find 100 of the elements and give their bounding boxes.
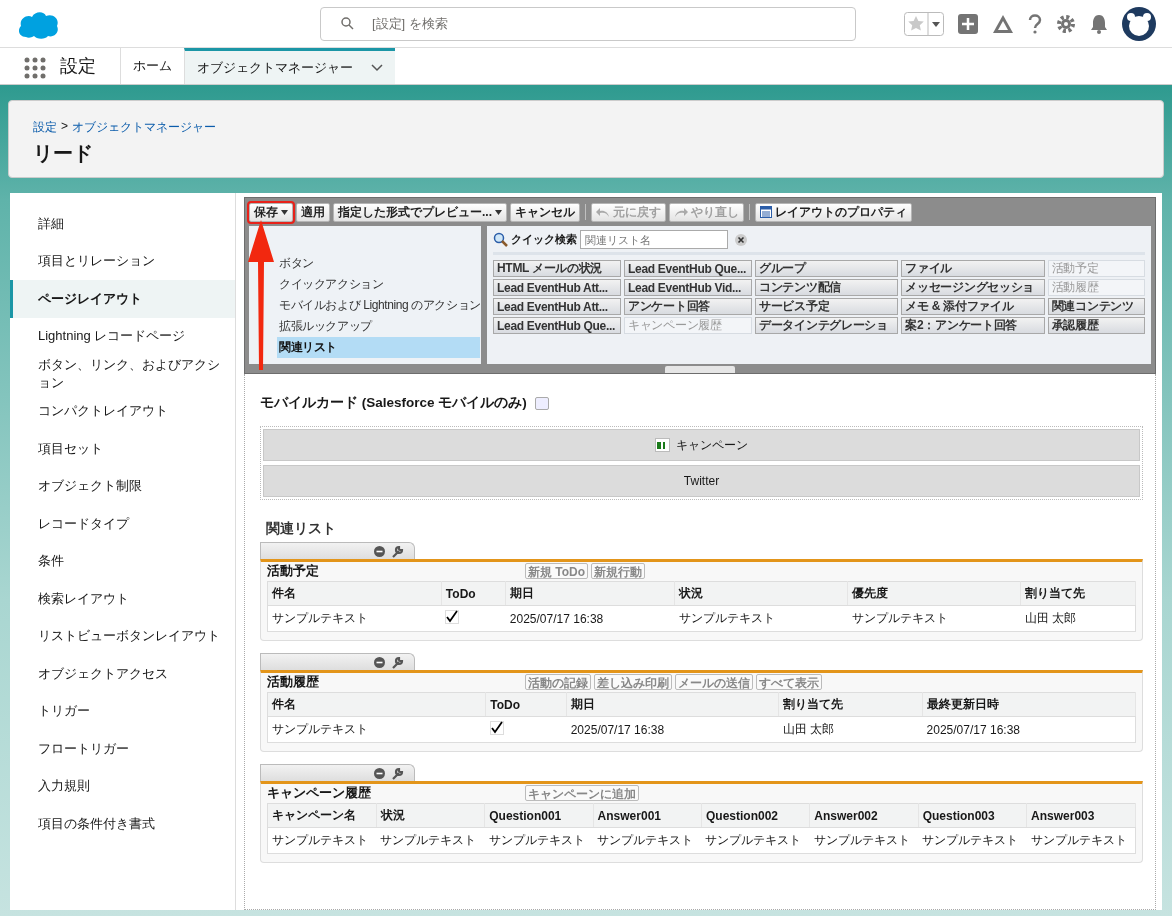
document-icon — [655, 438, 670, 452]
related-list-title: キャンペーン履歴 — [267, 783, 372, 802]
palette-item[interactable]: サービス予定 — [755, 298, 899, 315]
table-cell: サンプルテキスト — [809, 827, 919, 854]
column-header: ToDo — [441, 581, 506, 606]
palette-item[interactable]: メッセージングセッショ — [901, 279, 1045, 296]
nav-tab[interactable]: オブジェクトマネージャー — [184, 48, 395, 84]
quick-search-field[interactable]: 関連リスト名 — [580, 230, 728, 249]
wrench-icon[interactable] — [391, 766, 404, 780]
triangle-icon[interactable] — [992, 13, 1014, 34]
category-item[interactable]: 関連リスト — [277, 337, 480, 358]
search-icon — [341, 17, 354, 30]
table-cell: サンプルテキスト — [847, 605, 1021, 632]
palette-item[interactable]: グループ — [755, 260, 899, 277]
list-button[interactable]: キャンペーンに追加 — [525, 784, 639, 801]
table-cell: 山田 太郎 — [778, 716, 923, 743]
table-cell: サンプルテキスト — [267, 605, 442, 632]
palette-item[interactable]: アンケート回答 — [624, 298, 752, 315]
card-label: キャンペーン — [676, 436, 748, 454]
sidebar-item[interactable]: 入力規則 — [10, 767, 235, 805]
palette-item[interactable]: 関連コンテンツ — [1047, 298, 1145, 315]
add-icon[interactable] — [958, 13, 978, 34]
column-header: 状況 — [674, 581, 848, 606]
palette-item[interactable]: HTML メールの状況 — [493, 260, 621, 277]
category-item[interactable]: 拡張ルックアップ — [277, 316, 480, 337]
palette-item[interactable]: 案2：アンケート回答 — [901, 317, 1045, 334]
list-handle-bar[interactable] — [260, 764, 415, 781]
palette-item[interactable]: Lead EventHub Att... — [493, 298, 621, 315]
sidebar-item[interactable]: オブジェクトアクセス — [10, 655, 235, 693]
toolbar-button[interactable]: 適用 — [296, 202, 330, 222]
sidebar-item[interactable]: 項目の条件付き書式 — [10, 805, 235, 843]
table-cell: サンプルテキスト — [484, 827, 594, 854]
search-placeholder: [設定] を検索 — [372, 14, 448, 33]
column-header: 割り当て先 — [1020, 581, 1136, 606]
notifications-icon[interactable] — [1090, 13, 1108, 34]
table-cell: サンプルテキスト — [267, 827, 377, 854]
avatar[interactable] — [1122, 6, 1156, 41]
palette-item[interactable]: 承認履歴 — [1047, 317, 1145, 334]
settings-icon[interactable] — [1056, 13, 1076, 34]
table-cell: サンプルテキスト — [918, 827, 1027, 854]
sidebar-item[interactable]: オブジェクト制限 — [10, 467, 235, 505]
sidebar-item[interactable]: 項目セット — [10, 430, 235, 468]
toolbar-button[interactable]: レイアウトのプロパティ — [755, 202, 912, 222]
toolbar-button[interactable]: 指定した形式でプレビュー... — [333, 202, 507, 222]
breadcrumb-link[interactable]: 設定 — [33, 119, 57, 136]
category-item[interactable]: モバイルおよび Lightning のアクション — [277, 295, 480, 316]
category-item[interactable]: ボタン — [277, 253, 480, 274]
app-launcher-icon[interactable] — [24, 57, 46, 79]
mobile-card[interactable]: Twitter — [263, 465, 1140, 497]
toolbar-button[interactable]: 保存 — [249, 202, 293, 222]
sidebar-item[interactable]: 検索レイアウト — [10, 580, 235, 618]
sidebar-item[interactable]: レコードタイプ — [10, 505, 235, 543]
search-field[interactable]: [設定] を検索 — [320, 6, 856, 41]
collapse-handle[interactable] — [665, 366, 735, 373]
table-cell: サンプルテキスト — [1026, 827, 1136, 854]
sidebar-item[interactable]: コンパクトレイアウト — [10, 392, 235, 430]
wrench-icon[interactable] — [391, 655, 404, 669]
list-handle-bar[interactable] — [260, 542, 415, 559]
clear-icon[interactable] — [735, 233, 747, 246]
sidebar-item[interactable]: ボタン、リンク、およびアクション — [10, 355, 235, 393]
sidebar-item[interactable]: フロートリガー — [10, 730, 235, 768]
column-header: ToDo — [485, 692, 567, 717]
chevron-down-icon[interactable] — [371, 63, 383, 72]
palette-item[interactable]: メモ & 添付ファイル — [901, 298, 1045, 315]
toolbar-button[interactable]: キャンセル — [510, 202, 580, 222]
sidebar-item[interactable]: トリガー — [10, 692, 235, 730]
wrench-icon[interactable] — [391, 544, 404, 558]
palette-item[interactable]: Lead EventHub Att... — [493, 279, 621, 296]
palette-item[interactable]: ファイル — [901, 260, 1045, 277]
palette-item[interactable]: Lead EventHub Que... — [624, 260, 752, 277]
palette-item[interactable]: コンテンツ配信 — [755, 279, 899, 296]
column-header: Answer001 — [593, 803, 702, 828]
column-header: 件名 — [267, 692, 486, 717]
remove-icon[interactable] — [374, 656, 385, 668]
remove-icon[interactable] — [374, 545, 385, 557]
table-cell: 山田 太郎 — [1020, 605, 1136, 632]
list-handle-bar[interactable] — [260, 653, 415, 670]
help-icon[interactable] — [1028, 13, 1042, 34]
column-header: Question001 — [484, 803, 594, 828]
sidebar-item[interactable]: リストビューボタンレイアウト — [10, 617, 235, 655]
mobile-card[interactable]: キャンペーン — [263, 429, 1140, 461]
sidebar-item[interactable]: 項目とリレーション — [10, 242, 235, 280]
related-list-title: 活動予定 — [267, 561, 320, 580]
remove-icon[interactable] — [374, 767, 385, 779]
palette-item[interactable]: Lead EventHub Vid... — [624, 279, 752, 296]
column-header: Question003 — [918, 803, 1027, 828]
sidebar-item[interactable]: 条件 — [10, 542, 235, 580]
column-header: 状況 — [376, 803, 485, 828]
breadcrumb-link[interactable]: オブジェクトマネージャー — [72, 119, 216, 136]
palette-item[interactable]: データインテグレーショ — [755, 317, 899, 334]
category-item[interactable]: クイックアクション — [277, 274, 480, 295]
list-button[interactable]: すべて表示 — [756, 673, 822, 690]
list-button[interactable]: メールの送信 — [675, 673, 753, 690]
sidebar-item[interactable]: ページレイアウト — [10, 280, 235, 318]
table-cell: サンプルテキスト — [267, 716, 486, 743]
sidebar-item[interactable]: Lightning レコードページ — [10, 317, 235, 355]
column-header: キャンペーン名 — [267, 803, 377, 828]
palette-item[interactable]: Lead EventHub Que... — [493, 317, 621, 334]
section-title: モバイルカード (Salesforce モバイルのみ) — [260, 394, 527, 412]
sidebar-item[interactable]: 詳細 — [10, 205, 235, 243]
